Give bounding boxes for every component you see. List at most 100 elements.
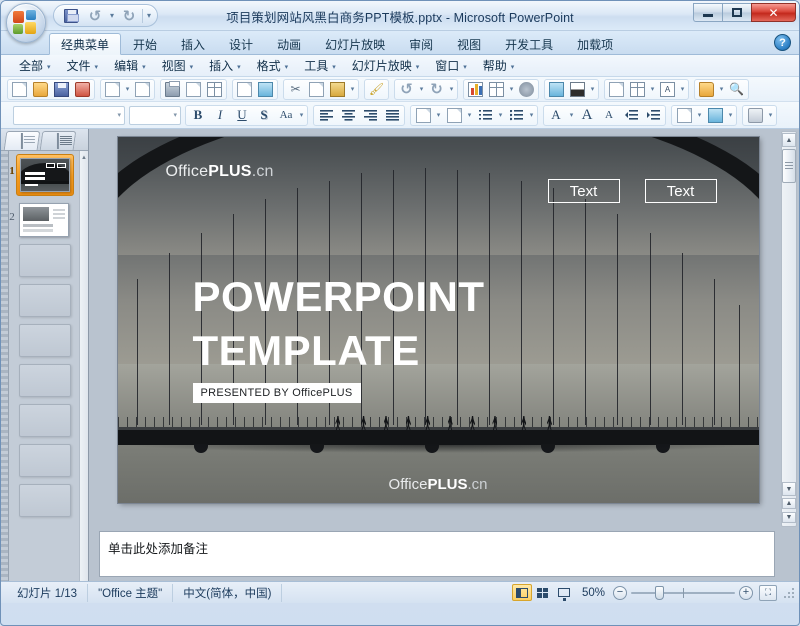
slide-title[interactable]: POWERPOINT TEMPLATE: [193, 270, 485, 378]
scrollbar-track[interactable]: [782, 183, 796, 481]
slide-sorter-button[interactable]: [533, 584, 553, 601]
slide-canvas[interactable]: OfficePLUS.cn Text Text POWERPOINT TEMPL…: [117, 137, 759, 503]
normal-view-button[interactable]: [511, 584, 532, 601]
textbox-dropdown-icon[interactable]: ▾: [678, 85, 687, 93]
scroll-up-button[interactable]: ▲: [782, 133, 796, 147]
text-box-button[interactable]: A: [657, 80, 678, 99]
notes-pane[interactable]: 单击此处添加备注: [99, 531, 775, 577]
attach-button[interactable]: [132, 80, 153, 99]
language-indicator[interactable]: 中文(简体，中国): [173, 583, 283, 602]
thumbnail-item-2[interactable]: 2: [3, 203, 88, 237]
undo-dropdown-icon[interactable]: ▾: [417, 85, 426, 93]
menu-insert[interactable]: 插入 ▾: [201, 55, 249, 76]
case-dropdown-icon[interactable]: ▾: [297, 111, 306, 119]
menu-view[interactable]: 视图 ▾: [154, 55, 202, 76]
minimize-button[interactable]: [693, 3, 722, 22]
insert-chart-button[interactable]: [465, 80, 486, 99]
tab-developer[interactable]: 开发工具: [493, 33, 565, 55]
direction-dropdown-icon[interactable]: ▾: [465, 111, 474, 119]
layout-dropdown-icon[interactable]: ▾: [648, 85, 657, 93]
theme-indicator[interactable]: "Office 主题": [88, 583, 174, 602]
paste-button[interactable]: [327, 80, 348, 99]
thumbnail-placeholder[interactable]: [19, 364, 71, 397]
copy-button[interactable]: [306, 80, 327, 99]
export-pdf-button[interactable]: [102, 80, 123, 99]
custom-animation-button[interactable]: [704, 105, 726, 125]
tab-view[interactable]: 视图: [445, 33, 493, 55]
font-name-combo[interactable]: ▾: [13, 105, 125, 125]
redo-dropdown-icon[interactable]: ▾: [447, 85, 456, 93]
page-setup-button[interactable]: [204, 80, 225, 99]
menu-window[interactable]: 窗口 ▾: [427, 55, 475, 76]
menu-format[interactable]: 格式 ▾: [249, 55, 297, 76]
align-left-button[interactable]: [315, 105, 337, 125]
paste-dropdown-icon[interactable]: ▾: [348, 85, 357, 93]
slide-vertical-scrollbar[interactable]: ▲ ▼ ▲ ▼: [781, 131, 797, 527]
menu-file[interactable]: 文件 ▾: [59, 55, 107, 76]
save-button[interactable]: [51, 80, 72, 99]
maximize-button[interactable]: [722, 3, 751, 22]
new-slide-button[interactable]: [606, 80, 627, 99]
numbered-list-button[interactable]: [474, 105, 496, 125]
slide-show-view-button[interactable]: [554, 584, 574, 601]
underline-button[interactable]: U: [231, 105, 253, 125]
slide-show-toolbar-button[interactable]: [673, 105, 695, 125]
align-center-button[interactable]: [337, 105, 359, 125]
thumbnail-item-1[interactable]: 1: [3, 154, 88, 196]
increase-font-button[interactable]: A: [576, 105, 598, 125]
tab-design[interactable]: 设计: [217, 33, 265, 55]
numbered-dropdown-icon[interactable]: ▾: [496, 111, 505, 119]
redo-button[interactable]: ↻: [426, 80, 447, 99]
font-color-button[interactable]: A: [545, 105, 567, 125]
menu-help[interactable]: 帮助 ▾: [475, 55, 523, 76]
thumbnail-scrollbar[interactable]: ▲: [79, 151, 88, 581]
shadow-button[interactable]: S: [253, 105, 275, 125]
fit-to-window-button[interactable]: ⛶: [759, 584, 777, 601]
menu-all[interactable]: 全部 ▾: [11, 55, 59, 76]
change-case-button[interactable]: Aa: [275, 105, 297, 125]
thumbnail-placeholder[interactable]: [19, 324, 71, 357]
zoom-in-button[interactable]: +: [739, 585, 753, 600]
thumbnail-placeholder[interactable]: [19, 284, 71, 317]
thumbnail-placeholder[interactable]: [19, 444, 71, 477]
print-button[interactable]: [162, 80, 183, 99]
font-size-combo[interactable]: ▾: [129, 105, 181, 125]
scroll-down-button[interactable]: ▼: [782, 482, 796, 496]
zoom-out-button[interactable]: −: [613, 585, 627, 600]
tab-insert[interactable]: 插入: [169, 33, 217, 55]
shape-style-button[interactable]: [744, 105, 766, 125]
research-button[interactable]: [255, 80, 276, 99]
zoom-search-button[interactable]: 🔍: [726, 80, 747, 99]
slide-layout-button[interactable]: [627, 80, 648, 99]
print-preview-button[interactable]: [183, 80, 204, 99]
office-button[interactable]: [6, 3, 46, 43]
resize-grip-icon[interactable]: [783, 586, 795, 599]
table-dropdown-icon[interactable]: ▾: [507, 85, 516, 93]
scrollbar-thumb[interactable]: [782, 149, 796, 183]
slide-design-button[interactable]: [696, 80, 717, 99]
thumbnail-placeholder[interactable]: [19, 484, 71, 517]
italic-button[interactable]: I: [209, 105, 231, 125]
menu-slideshow[interactable]: 幻灯片放映 ▾: [344, 55, 428, 76]
open-button[interactable]: [30, 80, 51, 99]
increase-indent-button[interactable]: [642, 105, 664, 125]
next-slide-button[interactable]: ▼: [782, 512, 796, 523]
close-button[interactable]: ✕: [751, 3, 796, 22]
zoom-slider[interactable]: − +: [613, 585, 753, 600]
show-dropdown-icon[interactable]: ▾: [695, 111, 704, 119]
decrease-font-button[interactable]: A: [598, 105, 620, 125]
previous-slide-button[interactable]: ▲: [782, 498, 796, 509]
fill-color-button[interactable]: [567, 80, 588, 99]
justify-button[interactable]: [381, 105, 403, 125]
insert-picture-button[interactable]: [546, 80, 567, 99]
slide-text-placeholder-1[interactable]: Text: [547, 179, 620, 203]
insert-table-button[interactable]: [486, 80, 507, 99]
bulleted-list-button[interactable]: [505, 105, 527, 125]
slides-tab[interactable]: [3, 131, 41, 150]
design-dropdown-icon[interactable]: ▾: [717, 85, 726, 93]
help-icon[interactable]: ?: [774, 34, 791, 51]
tab-classic-menu[interactable]: 经典菜单: [49, 33, 122, 55]
tab-home[interactable]: 开始: [121, 33, 169, 55]
export-dropdown-icon[interactable]: ▾: [123, 85, 132, 93]
bold-button[interactable]: B: [187, 105, 209, 125]
